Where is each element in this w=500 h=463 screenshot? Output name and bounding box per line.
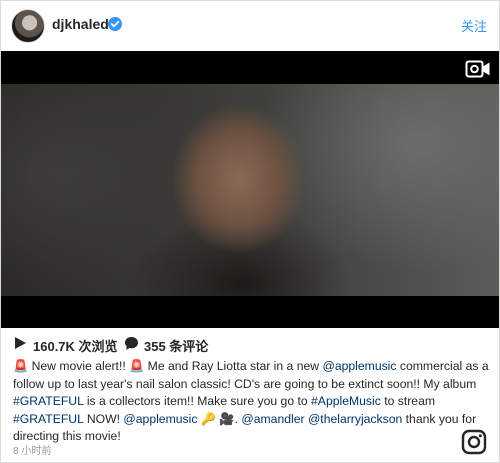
comments-count: 355 条评论 bbox=[144, 339, 209, 354]
siren-emoji-icon: 🚨 bbox=[129, 359, 145, 373]
caption-text: NOW! bbox=[83, 411, 124, 426]
avatar[interactable] bbox=[11, 9, 45, 43]
caption-text: is a collectors item!! Make sure you go … bbox=[83, 394, 312, 408]
key-emoji-icon: 🔑 bbox=[200, 411, 216, 426]
caption-text: to stream bbox=[380, 394, 435, 408]
follow-button[interactable]: 关注 bbox=[461, 16, 487, 35]
hashtag-grateful-link[interactable]: #GRATEFUL bbox=[13, 412, 83, 426]
mention-amandler-link[interactable]: @amandler bbox=[241, 412, 304, 426]
video-camera-icon bbox=[465, 60, 490, 78]
caption-text: Me and Ray Liotta star in a new bbox=[144, 359, 323, 373]
caption-text: New movie alert!! bbox=[28, 359, 130, 373]
views-count: 160.7K 次浏览 bbox=[33, 339, 118, 354]
post-caption: 🚨 New movie alert!! 🚨 Me and Ray Liotta … bbox=[13, 358, 491, 446]
instagram-logo-icon[interactable] bbox=[461, 429, 487, 455]
post-header: djkhaled 关注 bbox=[1, 1, 499, 51]
post-timestamp[interactable]: 8 小时前 bbox=[13, 442, 51, 457]
instagram-embed-card: djkhaled 关注 160.7K 次浏览 355 条评论 🚨 New mov… bbox=[0, 0, 500, 463]
mention-applemusic-link[interactable]: @applemusic bbox=[123, 412, 197, 426]
mention-applemusic-link[interactable]: @applemusic bbox=[322, 359, 396, 373]
username-link[interactable]: djkhaled bbox=[52, 16, 109, 32]
verified-badge-icon bbox=[108, 17, 122, 31]
movie-camera-emoji-icon: 🎥 bbox=[219, 411, 235, 426]
comment-bubble-icon bbox=[125, 337, 138, 350]
siren-emoji-icon: 🚨 bbox=[13, 359, 29, 373]
play-icon bbox=[15, 337, 26, 349]
video-frame bbox=[1, 84, 499, 296]
video-player[interactable] bbox=[1, 51, 499, 328]
mention-thelarryjackson-link[interactable]: @thelarryjackson bbox=[308, 412, 402, 426]
hashtag-grateful-link[interactable]: #GRATEFUL bbox=[13, 394, 83, 408]
hashtag-applemusic-link[interactable]: #AppleMusic bbox=[311, 394, 381, 408]
